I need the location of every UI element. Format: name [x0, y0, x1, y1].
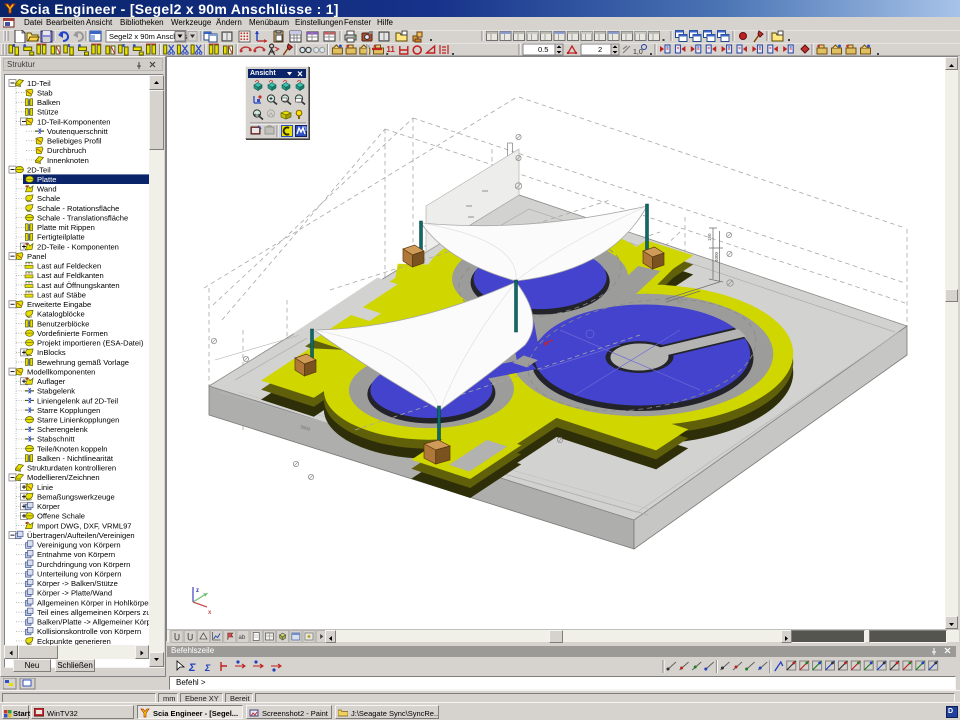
svg-text:Linie: Linie — [37, 483, 53, 492]
svg-text:Balken - Nichtlinearität: Balken - Nichtlinearität — [37, 454, 114, 463]
svg-text:Last auf Stäbe: Last auf Stäbe — [37, 290, 86, 299]
svg-text:Σ: Σ — [188, 662, 196, 674]
svg-text:Platte mit Rippen: Platte mit Rippen — [37, 223, 95, 232]
svg-text:Teile/Knoten koppeln: Teile/Knoten koppeln — [37, 444, 108, 453]
svg-text:Innenknoten: Innenknoten — [47, 156, 89, 165]
svg-text:ab: ab — [239, 635, 246, 641]
svg-text:Teil eines allgemeinen Körpers: Teil eines allgemeinen Körpers zu Ba — [37, 608, 149, 617]
svg-text:2D-Teil: 2D-Teil — [27, 165, 51, 174]
svg-text:Stabschnitt: Stabschnitt — [37, 435, 75, 444]
svg-text:0.5: 0.5 — [538, 45, 548, 54]
svg-text:Katalogblöcke: Katalogblöcke — [37, 310, 85, 319]
svg-text:Bemaßungswerkzeuge: Bemaßungswerkzeuge — [37, 492, 115, 501]
svg-text:Balken: Balken — [37, 98, 60, 107]
svg-text:Schale - Rotationsfläche: Schale - Rotationsfläche — [37, 204, 119, 213]
svg-text:Vordefinierte Formen: Vordefinierte Formen — [37, 329, 108, 338]
svg-text:Scherengelenk: Scherengelenk — [37, 425, 88, 434]
svg-text:2D-Teile - Komponenten: 2D-Teile - Komponenten — [37, 242, 119, 251]
svg-text:2: 2 — [598, 45, 602, 54]
svg-text:Import DWG, DXF, VRML97: Import DWG, DXF, VRML97 — [37, 521, 132, 530]
svg-text:Last auf Feldecken: Last auf Feldecken — [37, 262, 101, 271]
svg-text:Bewehrung gemäß Vorlage: Bewehrung gemäß Vorlage — [37, 358, 129, 367]
svg-text:Starre Linienkopplungen: Starre Linienkopplungen — [37, 416, 119, 425]
svg-text:InBlocks: InBlocks — [37, 348, 66, 357]
svg-text:Erweiterte Eingabe: Erweiterte Eingabe — [27, 300, 91, 309]
svg-text:Stabgelenk: Stabgelenk — [37, 387, 75, 396]
svg-text:11: 11 — [386, 45, 395, 54]
svg-text:Projekt importieren (ESA-Datei: Projekt importieren (ESA-Datei) — [37, 339, 144, 348]
svg-text:Körper -> Platte/Wand: Körper -> Platte/Wand — [37, 589, 112, 598]
svg-text:Entnahme von Körpern: Entnahme von Körpern — [37, 550, 115, 559]
svg-text:Körper -> Balken/Stütze: Körper -> Balken/Stütze — [37, 579, 118, 588]
svg-text:Wand: Wand — [37, 185, 57, 194]
svg-text:Strukturdaten kontrollieren: Strukturdaten kontrollieren — [27, 464, 116, 473]
svg-text:150: 150 — [707, 233, 712, 241]
svg-text:1D-Teil-Komponenten: 1D-Teil-Komponenten — [37, 117, 110, 126]
svg-text:Σ: Σ — [204, 663, 211, 673]
svg-text:Stab: Stab — [37, 88, 53, 97]
svg-text:Durchbruch: Durchbruch — [47, 146, 86, 155]
svg-text:z: z — [196, 588, 199, 594]
svg-text:Kollisionskontrolle von Körper: Kollisionskontrolle von Körpern — [37, 627, 141, 636]
svg-text:Unterteilung von Körpern: Unterteilung von Körpern — [37, 569, 121, 578]
svg-text:Allgemeinen Körper in Hohlkörp: Allgemeinen Körper in Hohlkörper — [37, 598, 149, 607]
svg-text:Beliebiges Profil: Beliebiges Profil — [47, 137, 102, 146]
svg-text:Auflager: Auflager — [37, 377, 66, 386]
svg-text:x: x — [208, 610, 212, 616]
svg-text:Balken/Platte -> Allgemeiner K: Balken/Platte -> Allgemeiner Körper — [37, 618, 149, 627]
svg-text:Last auf Feldkanten: Last auf Feldkanten — [37, 271, 104, 280]
svg-text:Stütze: Stütze — [37, 108, 59, 117]
svg-text:Liniengelenk auf 2D-Teil: Liniengelenk auf 2D-Teil — [37, 396, 118, 405]
svg-text:Schale - Translationsfläche: Schale - Translationsfläche — [37, 213, 128, 222]
svg-text:Platte: Platte — [37, 175, 56, 184]
svg-text:Panel: Panel — [27, 252, 47, 261]
svg-text:Voutenquerschnitt: Voutenquerschnitt — [47, 127, 109, 136]
svg-text:4000: 4000 — [714, 251, 719, 262]
svg-text:1,0: 1,0 — [633, 49, 643, 56]
svg-text:Körper: Körper — [37, 502, 60, 511]
svg-text:Übertragen/Aufteilen/Vereinige: Übertragen/Aufteilen/Vereinigen — [27, 531, 135, 540]
svg-text:Benutzerblöcke: Benutzerblöcke — [37, 319, 89, 328]
svg-text:Fertigteilplatte: Fertigteilplatte — [37, 233, 85, 242]
svg-text:Last auf Öffnungskanten: Last auf Öffnungskanten — [37, 281, 120, 290]
svg-text:Vereinigung von Körpern: Vereinigung von Körpern — [37, 541, 121, 550]
svg-text:Starre Kopplungen: Starre Kopplungen — [37, 406, 100, 415]
svg-text:Modellieren/Zeichnen: Modellieren/Zeichnen — [27, 473, 100, 482]
svg-text:1D-Teil: 1D-Teil — [27, 79, 51, 88]
svg-text:Modellkomponenten: Modellkomponenten — [27, 367, 95, 376]
svg-text:Schale: Schale — [37, 194, 60, 203]
svg-text:Durchdringung von Körpern: Durchdringung von Körpern — [37, 560, 130, 569]
svg-text:Offene Schale: Offene Schale — [37, 512, 85, 521]
